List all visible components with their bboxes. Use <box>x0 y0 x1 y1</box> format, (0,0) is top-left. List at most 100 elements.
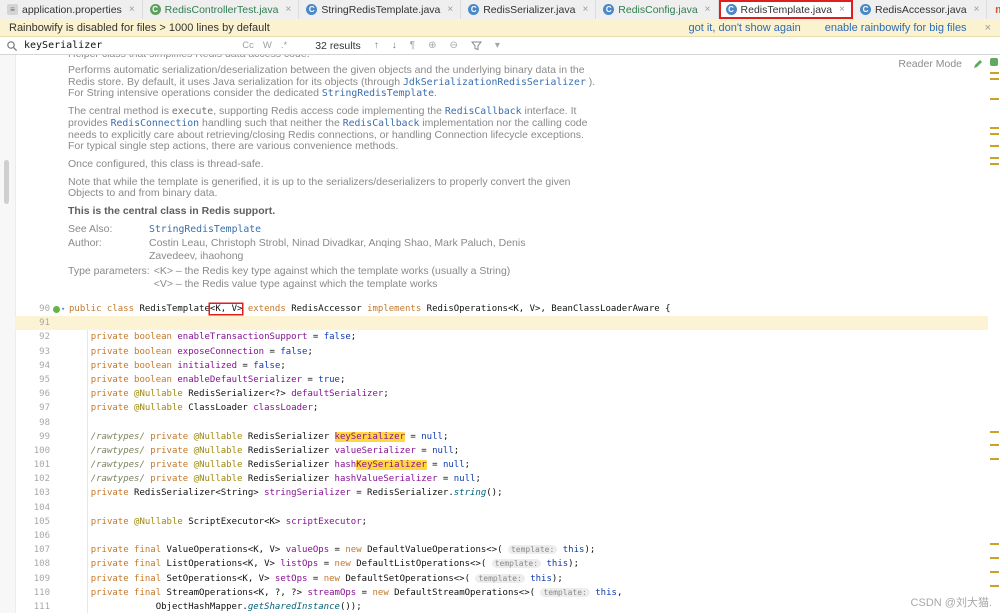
javadoc-link[interactable]: StringRedisTemplate <box>149 224 261 235</box>
code-token: = <box>307 332 324 343</box>
add-occurrence-icon[interactable]: ⊕ <box>428 40 436 51</box>
code-line-108: 108 private final ListOperations<K, V> l… <box>15 557 988 571</box>
filter-icon[interactable] <box>470 40 482 51</box>
code-token: streamOps <box>307 587 357 598</box>
editor-tab-stringredistemplate-java[interactable]: C StringRedisTemplate.java × <box>299 0 462 19</box>
code-token: = <box>437 474 454 485</box>
exclude-occurrence-icon[interactable]: ⊖ <box>450 40 458 51</box>
gutter-slot <box>53 430 69 444</box>
code-token: ; <box>383 389 389 400</box>
code-token: RedisSerializer <box>247 474 335 485</box>
tab-close-icon[interactable]: × <box>705 4 711 15</box>
search-in-selection-icon[interactable]: ¶ <box>410 40 415 51</box>
javadoc-text: Zavedeev, ihaohong <box>149 250 244 263</box>
code-area[interactable]: 90 ▾ public class RedisTemplate<K, V> exte… <box>15 302 988 614</box>
code-token: private final <box>90 587 167 598</box>
javadoc-paragraph: Note that while the template is generifi… <box>68 176 596 200</box>
javadoc-text: handling such that neither the <box>199 116 343 129</box>
code-text: private boolean exposeConnection = false… <box>69 345 988 359</box>
next-occurrence-icon[interactable]: ↓ <box>392 40 397 51</box>
code-token: RedisAccessor <box>285 304 368 314</box>
notification-action-link[interactable]: got it, don't show again <box>689 22 801 34</box>
javadoc-paragraph: Performs automatic serialization/deseria… <box>68 64 596 100</box>
tab-close-icon[interactable]: × <box>447 4 453 15</box>
code-line-104: 104 <box>15 501 988 515</box>
search-toggle-w[interactable]: W <box>263 40 272 51</box>
line-number: 111 <box>33 601 50 612</box>
overrides-gutter-icon[interactable]: ▾ <box>61 305 65 313</box>
editor-tab-application-properties[interactable]: ≡ application.properties × <box>0 0 143 19</box>
code-token: private boolean <box>90 346 178 357</box>
javadoc-text: . <box>433 87 437 100</box>
javadoc-link[interactable]: RedisCallback <box>343 118 420 129</box>
javadoc-text: Once configured, this class is thread-sa… <box>68 157 264 170</box>
code-token: StreamOperations<K, ?, ?> <box>166 587 308 598</box>
javadoc-link[interactable]: JdkSerializationRedisSerializer <box>403 77 586 88</box>
tab-close-icon[interactable]: × <box>582 4 588 15</box>
code-token: enableDefaultSerializer <box>177 374 303 385</box>
tab-label: RedisControllerTest.java <box>164 3 279 16</box>
javadoc-link[interactable]: StringRedisTemplate <box>322 88 434 99</box>
code-token: ; <box>442 431 449 442</box>
javadoc-link[interactable]: RedisCallback <box>445 106 522 117</box>
code-token: this <box>530 573 552 584</box>
code-text: /rawtypes/ private @Nullable RedisSerial… <box>69 430 988 444</box>
tab-label: RedisTemplate.java <box>740 3 833 16</box>
java-test-file-icon: C <box>149 4 161 15</box>
code-line-107: 107 private final ValueOperations<K, V> … <box>15 543 988 557</box>
notification-text: Rainbowify is disabled for files > 1000 … <box>9 21 270 34</box>
code-token: @Nullable <box>134 403 189 414</box>
code-text: private final StreamOperations<K, ?, ?> … <box>69 586 988 600</box>
code-token: ; <box>464 460 471 471</box>
previous-occurrence-icon[interactable]: ↑ <box>374 40 379 51</box>
code-token: this <box>546 559 569 570</box>
code-token: private <box>90 403 135 414</box>
editor-tab-redisaccessor-java[interactable]: C RedisAccessor.java × <box>853 0 988 19</box>
code-line-100: 100 /rawtypes/ private @Nullable RedisSe… <box>15 444 988 458</box>
tab-close-icon[interactable]: × <box>839 4 845 15</box>
javadoc-meta-line: Costin Leau, Christoph Strobl, Ninad Div… <box>149 238 525 250</box>
editor-tab-redistemplate-java[interactable]: C RedisTemplate.java × <box>718 0 853 19</box>
search-result-stripe-mark <box>990 571 999 573</box>
code-token: ObjectHashMapper. <box>155 601 248 612</box>
javadoc-link[interactable]: RedisConnection <box>111 118 199 129</box>
tab-close-icon[interactable]: × <box>285 4 291 15</box>
scrollbar[interactable] <box>988 55 1000 613</box>
code-text: private @Nullable ClassLoader classLoade… <box>69 401 988 415</box>
gutter-scroll-thumb[interactable] <box>4 160 9 204</box>
search-toggle-[interactable]: .* <box>281 40 287 51</box>
inspection-status-indicator[interactable] <box>990 58 998 66</box>
reader-mode-edit-icon[interactable] <box>972 57 984 75</box>
search-input[interactable]: keySerializer <box>24 40 102 51</box>
editor-tab-redisserializer-java[interactable]: C RedisSerializer.java × <box>461 0 597 19</box>
javadoc-meta-line: StringRedisTemplate <box>149 224 261 236</box>
tab-close-icon[interactable]: × <box>129 4 135 15</box>
line-number: 106 <box>33 531 50 541</box>
notification-close-icon[interactable]: × <box>985 22 991 34</box>
editor-tab-rediscontrollertest-java[interactable]: C RedisControllerTest.java × <box>142 0 300 19</box>
java-class-file-icon: C <box>860 4 871 15</box>
javadoc-meta-label: Author: <box>68 237 102 250</box>
code-token: RedisSerializer <box>247 460 335 471</box>
editor[interactable]: Helper class that simplifies Redis data … <box>0 55 1000 613</box>
gutter-slot <box>53 543 69 557</box>
tab-bar: ≡ application.properties × C RedisController… <box>0 0 1000 20</box>
code-line-96: 96 private @Nullable RedisSerializer<?> … <box>15 387 988 401</box>
code-token: = <box>329 545 346 556</box>
watermark: CSDN @刘大猫. <box>910 597 992 609</box>
editor-tab-pom-xml-demo-[interactable]: mpom.xml (demo)× <box>987 0 1000 19</box>
code-token: @Nullable <box>193 474 248 485</box>
code-token: private boolean <box>90 332 178 343</box>
search-toggle-cc[interactable]: Cc <box>242 40 254 51</box>
tab-close-icon[interactable]: × <box>974 4 980 15</box>
code-token: private <box>150 474 194 485</box>
notification-action-link[interactable]: enable rainbowify for big files <box>825 22 967 34</box>
line-number: 98 <box>39 417 50 428</box>
filter-chevron-icon[interactable]: ▾ <box>495 40 500 51</box>
code-line-111: 111 ObjectHashMapper.getSharedInstance()… <box>15 600 988 614</box>
search-result-stripe-mark <box>990 145 999 147</box>
implementations-gutter-icon[interactable] <box>53 305 60 313</box>
code-token: @Nullable <box>193 431 248 442</box>
editor-tab-redisconfig-java[interactable]: C RedisConfig.java × <box>596 0 719 19</box>
